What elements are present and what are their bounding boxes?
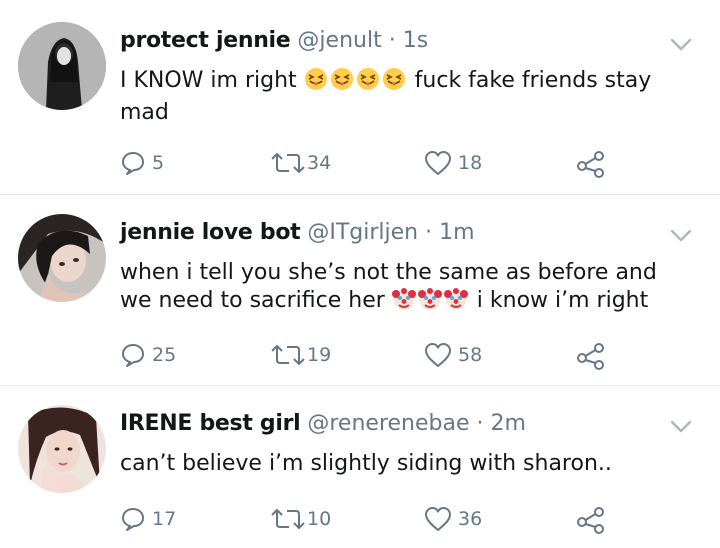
reply-button[interactable]: 17 xyxy=(120,506,176,532)
tweet-1[interactable]: protect jennie @jenult · 1s I KNOW im ri… xyxy=(0,0,720,195)
tweet-3[interactable]: IRENE best girl @renerenebae · 2m can’t … xyxy=(0,386,720,548)
share-icon xyxy=(577,343,604,370)
avatar-image xyxy=(18,22,106,110)
clown-face-icon xyxy=(391,287,416,319)
separator: · xyxy=(425,220,433,245)
clown-face-icon xyxy=(417,287,442,319)
like-button[interactable]: 36 xyxy=(424,506,482,532)
chevron-down-icon[interactable] xyxy=(670,38,692,52)
share-icon xyxy=(577,507,604,534)
retweet-count: 34 xyxy=(307,152,332,174)
chevron-down-icon[interactable] xyxy=(670,229,692,243)
reply-icon xyxy=(122,152,144,175)
tweet-text: can’t believe i’m slightly siding with s… xyxy=(120,450,660,478)
share-button[interactable] xyxy=(576,342,606,370)
avatar-image xyxy=(18,405,106,493)
chevron-down-icon[interactable] xyxy=(670,420,692,434)
retweet-button[interactable]: 10 xyxy=(271,506,331,532)
tweet-actions: 17 10 36 xyxy=(120,506,720,536)
tweet-2[interactable]: jennie love bot @ITgirljen · 1m when i t… xyxy=(0,195,720,386)
squinting-face-with-tongue-icon xyxy=(304,67,328,99)
like-button[interactable]: 58 xyxy=(424,342,482,368)
like-count: 58 xyxy=(458,344,483,366)
tweet-header: protect jennie @jenult · 1s xyxy=(120,27,660,55)
heart-icon xyxy=(425,343,451,367)
retweet-count: 19 xyxy=(307,344,332,366)
separator: · xyxy=(476,411,484,436)
tweet-text-after: i know i’m right xyxy=(476,288,649,313)
reply-button[interactable]: 25 xyxy=(120,342,176,368)
tweet-text: when i tell you she’s not the same as be… xyxy=(120,259,660,319)
reply-count: 5 xyxy=(152,152,165,174)
display-name[interactable]: jennie love bot xyxy=(120,220,301,245)
squinting-face-with-tongue-icon xyxy=(330,67,354,99)
handle[interactable]: @jenult xyxy=(297,28,381,53)
squinting-face-with-tongue-icon xyxy=(382,67,406,99)
avatar[interactable] xyxy=(18,405,106,493)
avatar[interactable] xyxy=(18,22,106,110)
avatar[interactable] xyxy=(18,214,106,302)
tweet-actions: 25 19 58 xyxy=(120,342,720,372)
timestamp[interactable]: 2m xyxy=(491,411,526,436)
avatar-image xyxy=(18,214,106,302)
retweet-button[interactable]: 34 xyxy=(271,150,331,176)
clown-face-icon xyxy=(443,287,468,319)
timestamp[interactable]: 1m xyxy=(439,220,474,245)
heart-icon xyxy=(425,151,451,175)
share-button[interactable] xyxy=(576,150,606,178)
squinting-face-with-tongue-icon xyxy=(356,67,380,99)
retweet-button[interactable]: 19 xyxy=(271,342,331,368)
handle[interactable]: @renerenebae xyxy=(307,411,469,436)
display-name[interactable]: protect jennie xyxy=(120,28,291,53)
retweet-icon xyxy=(271,508,305,530)
reply-icon xyxy=(122,508,144,531)
tweet-actions: 5 34 18 xyxy=(120,150,720,180)
tweet-text-before: can’t believe i’m slightly siding with s… xyxy=(120,451,612,476)
retweet-icon xyxy=(271,344,305,366)
separator: · xyxy=(388,28,396,53)
like-count: 36 xyxy=(458,508,483,530)
share-icon xyxy=(577,151,604,178)
tweet-text-before: I KNOW im right xyxy=(120,68,297,93)
reply-count: 25 xyxy=(152,344,177,366)
retweet-count: 10 xyxy=(307,508,332,530)
like-count: 18 xyxy=(458,152,483,174)
reply-count: 17 xyxy=(152,508,177,530)
reply-icon xyxy=(122,344,144,367)
like-button[interactable]: 18 xyxy=(424,150,482,176)
heart-icon xyxy=(425,507,451,531)
retweet-icon xyxy=(271,152,305,174)
handle[interactable]: @ITgirljen xyxy=(307,220,418,245)
tweet-header: jennie love bot @ITgirljen · 1m xyxy=(120,219,660,247)
display-name[interactable]: IRENE best girl xyxy=(120,411,301,436)
share-button[interactable] xyxy=(576,506,606,534)
tweet-text: I KNOW im right fuck fake friends stay m… xyxy=(120,67,660,127)
timestamp[interactable]: 1s xyxy=(403,28,428,53)
reply-button[interactable]: 5 xyxy=(120,150,164,176)
tweet-header: IRENE best girl @renerenebae · 2m xyxy=(120,410,660,438)
